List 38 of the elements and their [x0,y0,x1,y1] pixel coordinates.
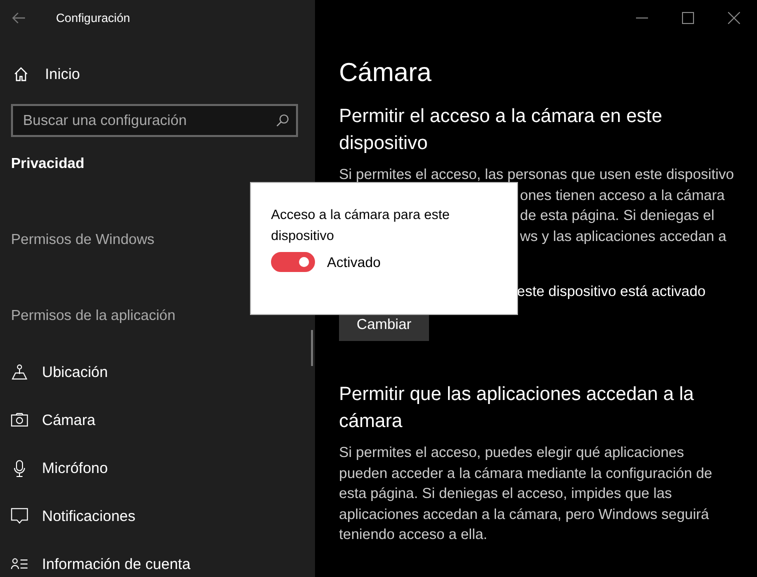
section-heading: Permitir que las aplicaciones accedan a la cámara [339,383,695,434]
description-text: Si permites el acceso, las personas que usen este dispositivo [339,167,734,183]
description-text: de esta página. Si deniegas el [520,208,714,224]
toggle-switch[interactable] [271,252,315,272]
close-icon[interactable] [728,12,740,24]
location-pin-icon [11,364,28,380]
search-icon [276,114,289,127]
page-title: Cámara [339,57,432,89]
speech-bubble-icon [11,508,28,524]
status-text: este dispositivo está activado [517,284,706,300]
account-info-icon [11,558,28,570]
group-title: Permisos de Windows [11,232,154,248]
camera-icon [11,413,28,427]
back-icon[interactable] [12,12,26,24]
scrollbar-thumb[interactable] [311,330,313,366]
description-text: ws y las aplicaciones accedan a [520,228,726,244]
description-text: esta página. Si deniegas el acceso, impides que las [339,486,672,502]
nav-item[interactable]: Micrófono [11,444,108,492]
microphone-icon [11,460,28,476]
toggle-label: Activado [327,254,381,270]
search-field[interactable]: Buscar una configuración [11,104,298,137]
nav-item[interactable]: Cámara [11,396,96,444]
description-text: aplicaciones accedan a la cámara, pero Windows seguirá [339,506,709,522]
description-text: Si permites el acceso, puedes elegir qué aplicaciones [339,445,684,461]
description-text: pueden acceder a la cámara mediante la configuración de [339,466,712,482]
section-heading: Privacidad [11,156,86,172]
section-heading: Permitir el acceso a la cámara en este dispositivo [339,105,664,156]
nav-item[interactable]: Información de cuenta [11,540,190,577]
nav-item[interactable]: Notificaciones [11,492,136,540]
home-nav-item[interactable]: Inicio [13,59,80,89]
description-text: ones tienen acceso a la cámara [520,188,725,204]
popup-title: Acceso a la cámara para este dispositivo [271,206,451,245]
group-title: Permisos de la aplicación [11,308,176,324]
home-icon [13,66,29,82]
description-text: teniendo acceso a ella. [339,527,488,543]
maximize-icon[interactable] [682,12,694,24]
window-title: Configuración [56,10,130,24]
nav-item[interactable]: Ubicación [11,348,108,396]
